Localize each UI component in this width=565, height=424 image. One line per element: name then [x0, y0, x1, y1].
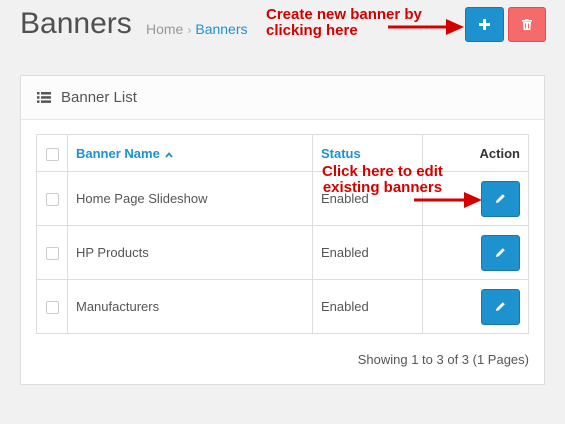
- edit-banner-button[interactable]: [481, 288, 520, 325]
- list-icon: [37, 92, 51, 103]
- column-banner-name-label: Banner Name: [76, 145, 160, 161]
- row-select-cell: [36, 279, 68, 334]
- edit-annotation-line-1: Click here to edit: [322, 163, 443, 180]
- pencil-icon: [496, 248, 505, 257]
- pencil-icon: [496, 302, 505, 311]
- plus-icon: [479, 19, 490, 30]
- panel-title: Banner List: [61, 89, 137, 106]
- breadcrumb-separator: ›: [187, 23, 192, 37]
- banner-list-panel: Banner List Banner Name Status Action Ho…: [20, 75, 545, 385]
- banner-table: Banner Name Status Action Home Page Slid…: [36, 134, 529, 334]
- select-all-cell: [36, 134, 68, 172]
- create-arrow-icon: [388, 19, 464, 35]
- row-checkbox[interactable]: [45, 247, 59, 261]
- breadcrumb-banners[interactable]: Banners: [195, 21, 247, 37]
- column-banner-name[interactable]: Banner Name: [67, 134, 313, 172]
- edit-banner-button[interactable]: [481, 180, 520, 217]
- trash-icon: [522, 19, 532, 30]
- edit-banner-button[interactable]: [481, 234, 520, 271]
- action-cell: [422, 225, 529, 280]
- breadcrumb: Home › Banners: [146, 21, 248, 37]
- select-all-checkbox[interactable]: [45, 147, 59, 161]
- table-row: Manufacturers Enabled: [36, 279, 529, 334]
- banner-name-cell: Home Page Slideshow: [67, 171, 313, 226]
- page-title: Banners: [20, 7, 132, 40]
- action-cell: [422, 279, 529, 334]
- table-row: HP Products Enabled: [36, 225, 529, 280]
- row-checkbox[interactable]: [45, 301, 59, 315]
- row-select-cell: [36, 171, 68, 226]
- edit-arrow-icon: [414, 192, 482, 208]
- status-cell: Enabled: [312, 279, 423, 334]
- banner-name-cell: Manufacturers: [67, 279, 313, 334]
- row-checkbox[interactable]: [45, 193, 59, 207]
- breadcrumb-home[interactable]: Home: [146, 21, 183, 37]
- delete-banner-button[interactable]: [508, 7, 546, 42]
- row-select-cell: [36, 225, 68, 280]
- add-banner-button[interactable]: [465, 7, 504, 42]
- pencil-icon: [496, 194, 505, 203]
- sort-asc-icon: [165, 151, 174, 158]
- table-header-row: Banner Name Status Action: [36, 134, 529, 172]
- status-cell: Enabled: [312, 225, 423, 280]
- banner-name-cell: HP Products: [67, 225, 313, 280]
- panel-heading: Banner List: [21, 76, 544, 120]
- pagination-info: Showing 1 to 3 of 3 (1 Pages): [357, 352, 529, 367]
